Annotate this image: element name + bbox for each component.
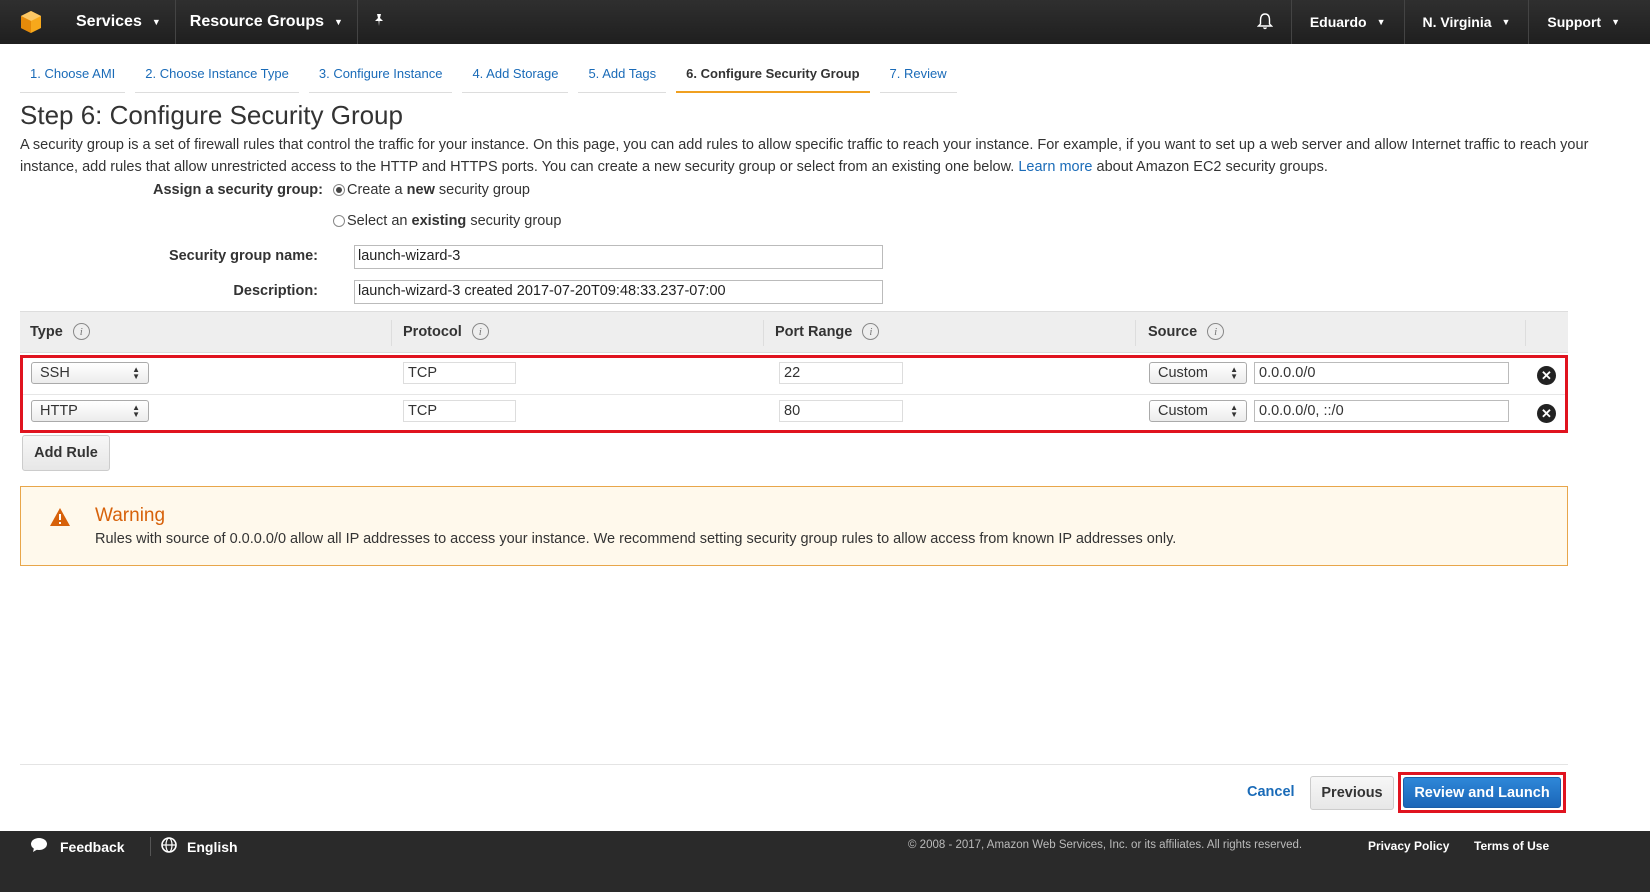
add-rule-button[interactable]: Add Rule: [22, 435, 110, 471]
column-header-protocol: Protocol i: [403, 323, 489, 340]
port-range-input[interactable]: 22: [779, 362, 903, 384]
resource-groups-menu[interactable]: Resource Groups ▼: [176, 0, 358, 44]
learn-more-link[interactable]: Learn more: [1018, 159, 1092, 175]
radio-select-existing-label: Select an existing security group: [347, 213, 562, 229]
support-menu[interactable]: Support ▼: [1528, 0, 1650, 44]
warning-icon: [49, 507, 71, 531]
port-range-input[interactable]: 80: [779, 400, 903, 422]
info-icon[interactable]: i: [72, 323, 90, 340]
region-label: N. Virginia: [1422, 14, 1492, 30]
tab-choose-instance-type[interactable]: 2. Choose Instance Type: [135, 60, 299, 93]
services-label: Services: [76, 13, 142, 30]
language-button[interactable]: English: [150, 837, 238, 856]
intro-paragraph: A security group is a set of firewall ru…: [20, 134, 1640, 178]
tab-configure-instance[interactable]: 3. Configure Instance: [308, 60, 453, 93]
divider: [20, 764, 1568, 765]
radio-create-new-label: Create a new security group: [347, 182, 530, 198]
tab-configure-security-group[interactable]: 6. Configure Security Group: [676, 60, 870, 93]
table-row: HTTP ▲ ▼ TCP 80 Custom ▲ ▼ 0.0.0.0/0, ::/0…: [23, 394, 1565, 430]
security-group-name-label: Security group name:: [168, 248, 318, 264]
review-and-launch-button[interactable]: Review and Launch: [1403, 777, 1561, 808]
radio-create-new[interactable]: Create a new security group: [333, 182, 530, 198]
top-nav: Services ▼ Resource Groups ▼ Eduardo ▼ N…: [0, 0, 1650, 44]
chevron-down-icon: ▼: [1501, 17, 1511, 27]
column-divider: [1135, 320, 1136, 346]
warning-title: Warning: [95, 505, 166, 526]
page-title: Step 6: Configure Security Group: [20, 100, 403, 130]
rules-highlight-box: SSH ▲ ▼ TCP 22 Custom ▲ ▼ 0.0.0.0/0 ✕ HTTP…: [20, 355, 1568, 433]
type-select[interactable]: SSH ▲ ▼: [31, 362, 149, 384]
previous-button[interactable]: Previous: [1310, 776, 1394, 810]
aws-logo-icon[interactable]: [0, 0, 62, 44]
warning-box: Warning Rules with source of 0.0.0.0/0 a…: [20, 486, 1568, 566]
select-arrows-icon: ▲ ▼: [132, 403, 140, 419]
column-header-type: Type i: [30, 323, 90, 340]
column-header-port-range: Port Range i: [775, 323, 880, 340]
column-divider: [391, 320, 392, 346]
globe-icon: [161, 837, 177, 856]
tab-review[interactable]: 7. Review: [879, 60, 957, 93]
chevron-down-icon: ▼: [334, 17, 343, 27]
type-select[interactable]: HTTP ▲ ▼: [31, 400, 149, 422]
chevron-down-icon: ▼: [1376, 17, 1386, 27]
footer: Feedback English © 2008 - 2017, Amazon W…: [0, 831, 1650, 892]
user-label: Eduardo: [1309, 14, 1367, 30]
wizard-tabs: 1. Choose AMI 2. Choose Instance Type 3.…: [20, 60, 967, 93]
info-icon[interactable]: i: [862, 323, 880, 340]
intro-suffix: about Amazon EC2 security groups.: [1096, 159, 1328, 175]
services-menu[interactable]: Services ▼: [62, 0, 176, 44]
chevron-down-icon: ▼: [1611, 17, 1620, 27]
support-label: Support: [1547, 14, 1602, 30]
intro-text: A security group is a set of firewall ru…: [20, 137, 1589, 175]
copyright-text: © 2008 - 2017, Amazon Web Services, Inc.…: [908, 839, 1303, 851]
terms-of-use-link[interactable]: Terms of Use: [1474, 839, 1549, 853]
tab-add-storage[interactable]: 4. Add Storage: [462, 60, 569, 93]
user-menu[interactable]: Eduardo ▼: [1290, 0, 1404, 44]
description-label: Description:: [233, 283, 318, 299]
chevron-down-icon: ▼: [151, 17, 161, 27]
source-input[interactable]: 0.0.0.0/0, ::/0: [1254, 400, 1509, 422]
column-divider: [1525, 320, 1526, 346]
select-arrows-icon: ▲ ▼: [132, 365, 140, 381]
radio-button[interactable]: [333, 215, 345, 227]
bell-icon: [1256, 12, 1274, 33]
source-mode-select[interactable]: Custom ▲ ▼: [1149, 400, 1247, 422]
language-label: English: [187, 838, 238, 855]
region-menu[interactable]: N. Virginia ▼: [1403, 0, 1529, 44]
tab-add-tags[interactable]: 5. Add Tags: [578, 60, 667, 93]
info-icon[interactable]: i: [1207, 323, 1225, 340]
table-row: SSH ▲ ▼ TCP 22 Custom ▲ ▼ 0.0.0.0/0 ✕: [23, 358, 1565, 394]
select-arrows-icon: ▲ ▼: [1230, 403, 1238, 419]
source-mode-select[interactable]: Custom ▲ ▼: [1149, 362, 1247, 384]
assign-group-label: Assign a security group:: [152, 182, 323, 198]
radio-button[interactable]: [333, 184, 345, 196]
feedback-button[interactable]: Feedback: [30, 837, 125, 856]
column-divider: [763, 320, 764, 346]
pin-button[interactable]: [358, 0, 400, 44]
security-group-name-input[interactable]: launch-wizard-3: [354, 245, 883, 269]
feedback-label: Feedback: [60, 838, 125, 855]
protocol-field: TCP: [403, 362, 516, 384]
warning-text: Rules with source of 0.0.0.0/0 allow all…: [95, 531, 1177, 547]
description-input[interactable]: launch-wizard-3 created 2017-07-20T09:48…: [354, 280, 883, 304]
notifications-button[interactable]: [1239, 0, 1291, 44]
info-icon[interactable]: i: [471, 323, 489, 340]
rules-table-header: Type i Protocol i Port Range i Source i: [20, 311, 1568, 353]
source-input[interactable]: 0.0.0.0/0: [1254, 362, 1509, 384]
protocol-field: TCP: [403, 400, 516, 422]
resource-groups-label: Resource Groups: [189, 13, 325, 30]
column-header-source: Source i: [1148, 323, 1225, 340]
tab-choose-ami[interactable]: 1. Choose AMI: [20, 60, 126, 93]
pin-icon: [372, 13, 386, 32]
remove-rule-icon[interactable]: ✕: [1537, 366, 1556, 385]
privacy-policy-link[interactable]: Privacy Policy: [1368, 839, 1449, 853]
select-arrows-icon: ▲ ▼: [1230, 365, 1238, 381]
cancel-link[interactable]: Cancel: [1247, 784, 1295, 800]
remove-rule-icon[interactable]: ✕: [1537, 404, 1556, 423]
launch-highlight-box: Review and Launch: [1398, 772, 1566, 813]
chat-bubble-icon: [30, 837, 48, 856]
radio-select-existing[interactable]: Select an existing security group: [333, 213, 561, 229]
